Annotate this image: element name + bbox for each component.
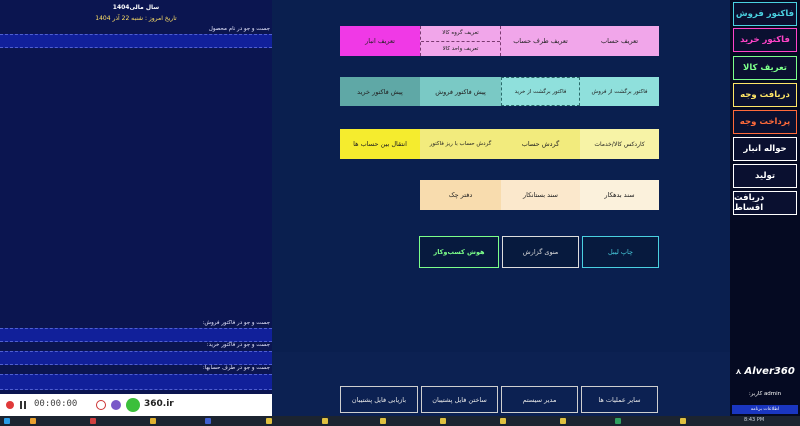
start-icon[interactable] [4, 418, 10, 424]
item-card-button[interactable]: کاردکس کالا/خدمات [580, 129, 659, 159]
recorder-time: 00:00:00 [34, 399, 78, 409]
define-warehouse-button[interactable]: تعریف انبار [340, 26, 420, 56]
creditor-doc-button[interactable]: سند بستانکار [501, 180, 580, 210]
purchase-return-button[interactable]: فاکتور برگشت از خرید [501, 77, 580, 106]
sys-admin-button[interactable]: مدیر سیستم [501, 386, 578, 413]
today-date: تاریخ امروز : شنبه 22 آذر 1404 [95, 15, 177, 22]
taskbar-folder-icon[interactable] [680, 418, 686, 424]
fiscal-year-title: سال مالی1404 [112, 4, 160, 11]
sales-search-input[interactable] [0, 328, 272, 342]
print-label-button[interactable]: چاپ لیبل [582, 236, 659, 268]
taskbar-app-icon[interactable] [150, 418, 156, 424]
sidebar-item-define-item[interactable]: تعریف کالا [733, 56, 797, 80]
define-party-button[interactable]: تعریف طرف حساب [501, 26, 580, 56]
site-text: 360.ir [144, 399, 174, 409]
sidebar-item-installments[interactable]: دریافت اقساط [733, 191, 797, 215]
account-turnover-button[interactable]: گردش حساب [501, 129, 580, 159]
turnover-detail-button[interactable]: گردش حساب با ریز فاکتور [420, 129, 501, 159]
search-panel: سال مالی1404 تاریخ امروز : شنبه 22 آذر 1… [0, 0, 272, 416]
make-backup-button[interactable]: ساختن فایل پشتیبان [421, 386, 498, 413]
taskbar-folder-icon[interactable] [500, 418, 506, 424]
quick-sidebar: فاکتور فروش فاکتور خرید تعریف کالا دریاف… [730, 0, 800, 416]
sales-search-label: جست و جو در فاکتور فروش: [202, 320, 270, 326]
define-group-button[interactable]: تعریف گروه کالا [421, 26, 500, 42]
debtor-doc-button[interactable]: سند بدهکار [580, 180, 659, 210]
screen-recorder-bar: 00:00:00 360.ir [0, 394, 272, 418]
logo-mark-icon: ⋏ [735, 367, 745, 376]
taskbar-folder-icon[interactable] [380, 418, 386, 424]
sidebar-item-sales-invoice[interactable]: فاکتور فروش [733, 2, 797, 26]
define-unit-button[interactable]: تعریف واحد کالا [421, 42, 500, 57]
account-search-label: جست و جو در طرف حسابها: [202, 365, 270, 371]
taskbar-folder-icon[interactable] [440, 418, 446, 424]
product-search-input[interactable] [0, 34, 272, 48]
speaker-icon[interactable] [126, 398, 140, 412]
product-search-label: جست و جو در نام محصول [208, 26, 270, 32]
taskbar-folder-icon[interactable] [560, 418, 566, 424]
restore-backup-button[interactable]: بازیابی فایل پشتیبان [340, 386, 418, 413]
purchase-search-label: جست و جو در فاکتور خرید: [206, 342, 270, 348]
camera-icon[interactable] [111, 400, 121, 410]
checkbook-button[interactable]: دفتر چک [420, 180, 501, 210]
reports-menu-button[interactable]: منوی گزارش [502, 236, 579, 268]
taskbar-app-icon[interactable] [90, 418, 96, 424]
app-info-button[interactable]: اطلاعات برنامه [732, 405, 798, 414]
taskbar-folder-icon[interactable] [322, 418, 328, 424]
sidebar-item-pay[interactable]: پرداخت وجه [733, 110, 797, 134]
current-user: admin کاربر: [748, 391, 782, 397]
taskbar-clock: 8:43 PM [744, 417, 765, 423]
purchase-search-input[interactable] [0, 351, 272, 365]
taskbar-folder-icon[interactable] [266, 418, 272, 424]
account-search-input[interactable] [0, 374, 272, 390]
proforma-purchase-button[interactable]: پیش فاکتور خرید [340, 77, 420, 106]
business-ai-button[interactable]: هوش کسب‌وکار [419, 236, 499, 268]
proforma-sales-button[interactable]: پیش فاکتور فروش [420, 77, 501, 106]
pause-icon[interactable] [20, 401, 22, 409]
sidebar-item-production[interactable]: تولید [733, 164, 797, 188]
taskbar-app-icon[interactable] [205, 418, 211, 424]
app-logo: ⋏ Alver360 [735, 366, 795, 377]
other-ops-button[interactable]: سایر عملیات ها [581, 386, 658, 413]
record-icon[interactable] [6, 401, 14, 409]
transfer-button[interactable]: انتقال بین حساب ها [340, 129, 420, 159]
taskbar-app-icon[interactable] [30, 418, 36, 424]
product-search-results [0, 48, 272, 320]
taskbar-app-icon[interactable] [615, 418, 621, 424]
define-account-button[interactable]: تعریف حساب [580, 26, 659, 56]
sidebar-item-receive[interactable]: دریافت وجه [733, 83, 797, 107]
define-group-unit: تعریف گروه کالا تعریف واحد کالا [420, 26, 501, 56]
sales-return-button[interactable]: فاکتور برگشت از فروش [580, 77, 659, 106]
sidebar-item-purchase-invoice[interactable]: فاکتور خرید [733, 28, 797, 52]
timer-icon[interactable] [96, 400, 106, 410]
sidebar-item-warehouse[interactable]: حواله انبار [733, 137, 797, 161]
